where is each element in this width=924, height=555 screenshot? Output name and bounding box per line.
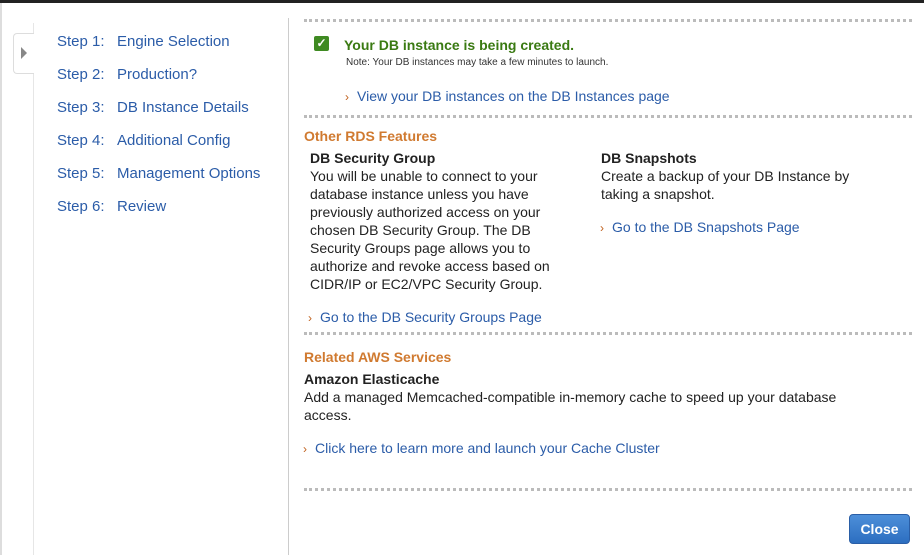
launch-note: Note: Your DB instances may take a few m… (346, 57, 609, 68)
text-line: Create a backup of your DB Instance by (601, 168, 850, 184)
sidebar-border (33, 23, 34, 555)
step-4[interactable]: Step 4: Additional Config (57, 132, 260, 165)
chevron-right-icon: › (600, 221, 604, 235)
text-line: database instance unless you have (310, 186, 529, 202)
step-label: DB Instance Details (117, 99, 249, 116)
step-number: Step 4: (57, 132, 105, 149)
step-label: Additional Config (117, 132, 231, 149)
step-6[interactable]: Step 6: Review (57, 198, 260, 231)
text-line: CIDR/IP or EC2/VPC Security Group. (310, 276, 543, 292)
step-1[interactable]: Step 1: Engine Selection (57, 33, 260, 66)
text-line: previously authorized access on your (310, 204, 541, 220)
step-number: Step 6: (57, 198, 105, 215)
sidebar-toggle-button[interactable] (13, 33, 34, 74)
step-5[interactable]: Step 5: Management Options (57, 165, 260, 198)
step-label: Engine Selection (117, 33, 230, 50)
wizard-steps: Step 1: Engine Selection Step 2: Productio… (57, 33, 260, 231)
link-text: Go to the DB Security Groups Page (320, 309, 542, 325)
step-number: Step 5: (57, 165, 105, 182)
separator (304, 115, 912, 118)
snapshots-description: Create a backup of your DB Instance by t… (601, 167, 849, 203)
step-label: Review (117, 198, 167, 215)
triangle-right-icon (21, 47, 27, 59)
step-label: Management Options (117, 165, 261, 182)
chevron-right-icon: › (303, 442, 307, 456)
step-3[interactable]: Step 3: DB Instance Details (57, 99, 260, 132)
text-line: Security Groups page allows you to (310, 240, 531, 256)
separator (304, 19, 912, 22)
step-number: Step 3: (57, 99, 105, 116)
step-label: Production? (117, 66, 198, 83)
snapshots-link[interactable]: › Go to the DB Snapshots Page (600, 219, 800, 235)
link-text: View your DB instances on the DB Instanc… (357, 88, 670, 104)
separator (304, 488, 912, 491)
text-line: access. (304, 407, 352, 423)
window-left-edge (0, 3, 2, 555)
link-text: Go to the DB Snapshots Page (612, 219, 800, 235)
text-line: chosen DB Security Group. The DB (310, 222, 531, 238)
close-button[interactable]: Close (849, 514, 910, 544)
security-group-description: You will be unable to connect to your da… (310, 167, 550, 293)
content-divider (288, 18, 289, 555)
text-line: Add a managed Memcached-compatible in-me… (304, 389, 837, 405)
chevron-right-icon: › (345, 90, 349, 104)
window-top-bar (0, 0, 924, 3)
checkmark-icon: ✓ (314, 36, 329, 51)
other-rds-heading: Other RDS Features (304, 128, 438, 144)
text-line: taking a snapshot. (601, 186, 715, 202)
view-db-instances-link[interactable]: › View your DB instances on the DB Instan… (345, 88, 670, 104)
security-group-title: DB Security Group (310, 150, 436, 166)
elasticache-title: Amazon Elasticache (304, 371, 440, 387)
separator (304, 332, 912, 335)
link-text: Click here to learn more and launch your… (315, 440, 660, 456)
security-groups-link[interactable]: › Go to the DB Security Groups Page (308, 309, 542, 325)
related-services-heading: Related AWS Services (304, 349, 452, 365)
cache-cluster-link[interactable]: › Click here to learn more and launch you… (303, 440, 660, 456)
step-number: Step 2: (57, 66, 105, 83)
step-number: Step 1: (57, 33, 105, 50)
text-line: You will be unable to connect to your (310, 168, 538, 184)
step-2[interactable]: Step 2: Production? (57, 66, 260, 99)
success-title: Your DB instance is being created. (344, 37, 575, 53)
text-line: authorize and revoke access based on (310, 258, 550, 274)
chevron-right-icon: › (308, 311, 312, 325)
snapshots-title: DB Snapshots (601, 150, 697, 166)
elasticache-description: Add a managed Memcached-compatible in-me… (304, 388, 836, 424)
